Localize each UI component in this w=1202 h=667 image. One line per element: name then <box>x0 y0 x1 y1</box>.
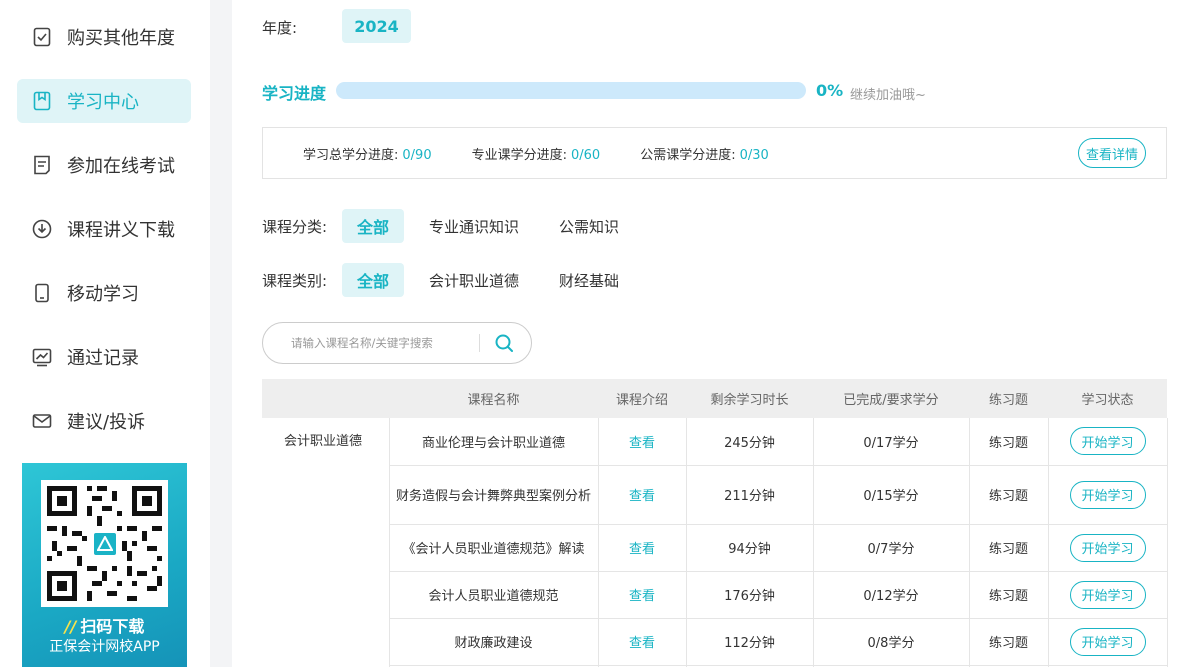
credit-summary: 学习总学分进度: 0/90 专业课学分进度: 0/60 公需课学分进度: 0/30 查… <box>262 127 1167 179</box>
app-logo-icon <box>91 530 119 558</box>
view-intro-link[interactable]: 查看 <box>629 489 655 504</box>
credit-progress: 0/7学分 <box>812 524 969 572</box>
chart-icon <box>31 346 53 368</box>
header-intro: 课程介绍 <box>598 379 686 418</box>
sidebar-item-label: 建议/投诉 <box>67 412 146 433</box>
qr-code <box>41 480 168 607</box>
category-cell: 会计职业道德 <box>262 418 389 667</box>
year-label: 年度: <box>262 19 298 37</box>
remaining-time: 112分钟 <box>685 618 813 666</box>
view-intro-link[interactable]: 查看 <box>629 436 655 451</box>
start-learning-button[interactable]: 开始学习 <box>1069 533 1146 562</box>
category-option-finance-basics[interactable]: 财经基础 <box>544 263 634 297</box>
sidebar-item-label: 通过记录 <box>67 348 139 369</box>
app-download-banner[interactable]: //扫码下载 正保会计网校APP <box>22 463 187 667</box>
start-learning-button[interactable]: 开始学习 <box>1069 427 1146 456</box>
sidebar-item-buy-other-year[interactable]: 购买其他年度 <box>17 15 191 59</box>
exam-icon <box>31 154 53 176</box>
sidebar-item-handout-download[interactable]: 课程讲义下载 <box>17 207 191 251</box>
credit-progress: 0/12学分 <box>812 571 969 619</box>
start-learning-button[interactable]: 开始学习 <box>1069 480 1146 509</box>
course-search: 请输入课程名称/关键字搜索 <box>262 322 532 364</box>
view-details-button[interactable]: 查看详情 <box>1078 138 1146 168</box>
sidebar: 购买其他年度 学习中心 参加在线考试 课程讲义下载 移动学习 通过记录 建议/投… <box>0 0 210 667</box>
credit-total: 学习总学分进度: 0/90 <box>303 147 432 163</box>
header-status: 学习状态 <box>1048 379 1167 418</box>
table-row: 会计职业道德 商业伦理与会计职业道德 查看 245分钟 0/17学分 练习题 开… <box>262 418 1168 667</box>
view-intro-link[interactable]: 查看 <box>629 542 655 557</box>
start-learning-button[interactable]: 开始学习 <box>1069 627 1146 656</box>
view-intro-link[interactable]: 查看 <box>629 589 655 604</box>
header-course-name: 课程名称 <box>389 379 598 418</box>
bookmark-icon <box>31 90 53 112</box>
remaining-time: 94分钟 <box>685 524 813 572</box>
sidebar-item-learning-center[interactable]: 学习中心 <box>17 79 191 123</box>
qr-subtitle: 正保会计网校APP <box>49 639 160 655</box>
mail-icon <box>31 410 53 432</box>
table-row: 财政廉政建设 查看 112分钟 0/8学分 练习题 开始学习 <box>262 618 1168 666</box>
remaining-time: 211分钟 <box>685 465 813 525</box>
classification-label: 课程分类: <box>262 217 328 236</box>
sidebar-item-label: 移动学习 <box>67 284 139 305</box>
view-intro-link[interactable]: 查看 <box>629 636 655 651</box>
table-row: 《会计人员职业道德规范》解读 查看 94分钟 0/7学分 练习题 开始学习 <box>262 524 1168 572</box>
header-category <box>262 379 389 418</box>
table-row: 会计人员职业道德规范 查看 176分钟 0/12学分 练习题 开始学习 <box>262 571 1168 619</box>
sidebar-item-label: 课程讲义下载 <box>67 220 175 241</box>
sidebar-item-mobile-learning[interactable]: 移动学习 <box>17 271 191 315</box>
progress-message: 继续加油哦~ <box>850 88 926 103</box>
mobile-icon <box>31 282 53 304</box>
category-filter: 课程类别: 全部 会计职业道德 财经基础 <box>262 263 644 297</box>
classification-filter: 课程分类: 全部 专业通识知识 公需知识 <box>262 209 644 243</box>
credit-progress: 0/8学分 <box>812 618 969 666</box>
remaining-time: 245分钟 <box>685 418 813 466</box>
checkbox-icon <box>31 26 53 48</box>
classification-option-professional[interactable]: 专业通识知识 <box>414 209 534 243</box>
year-selector[interactable]: 2024 <box>342 9 411 43</box>
course-name: 商业伦理与会计职业道德 <box>388 418 598 466</box>
qr-cta: //扫码下载 <box>64 617 145 636</box>
main-content: 年度: 2024 学习进度 0% 继续加油哦~ 学习总学分进度: 0/90 专业课… <box>232 0 1202 667</box>
course-table: 课程名称 课程介绍 剩余学习时长 已完成/要求学分 练习题 学习状态 会计职业道… <box>262 379 1168 667</box>
credit-public: 公需课学分进度: 0/30 <box>640 147 769 163</box>
classification-option-all[interactable]: 全部 <box>342 209 405 243</box>
header-credits: 已完成/要求学分 <box>813 379 969 418</box>
header-remaining: 剩余学习时长 <box>686 379 813 418</box>
course-name: 会计人员职业道德规范 <box>388 571 598 619</box>
table-header: 课程名称 课程介绍 剩余学习时长 已完成/要求学分 练习题 学习状态 <box>262 379 1167 418</box>
credit-progress: 0/15学分 <box>812 465 969 525</box>
progress-title: 学习进度 <box>262 84 327 103</box>
course-name: 《会计人员职业道德规范》解读 <box>388 524 598 572</box>
exercise-link[interactable]: 练习题 <box>968 465 1048 525</box>
sidebar-item-label: 参加在线考试 <box>67 156 175 177</box>
category-option-ethics[interactable]: 会计职业道德 <box>414 263 534 297</box>
category-label: 课程类别: <box>262 271 328 290</box>
credit-professional: 专业课学分进度: 0/60 <box>471 147 601 163</box>
progress-percent: 0% <box>816 81 844 100</box>
exercise-link[interactable]: 练习题 <box>968 524 1048 572</box>
sidebar-item-label: 学习中心 <box>67 92 139 113</box>
header-exercise: 练习题 <box>969 379 1048 418</box>
classification-option-public[interactable]: 公需知识 <box>544 209 634 243</box>
course-name: 财务造假与会计舞弊典型案例分析 <box>388 465 598 525</box>
download-icon <box>31 218 53 240</box>
remaining-time: 176分钟 <box>685 571 813 619</box>
exercise-link[interactable]: 练习题 <box>968 618 1048 666</box>
search-icon[interactable] <box>494 333 514 353</box>
sidebar-item-feedback[interactable]: 建议/投诉 <box>17 399 191 443</box>
table-row: 财务造假与会计舞弊典型案例分析 查看 211分钟 0/15学分 练习题 开始学习 <box>262 465 1168 525</box>
course-name: 财政廉政建设 <box>388 618 598 666</box>
exercise-link[interactable]: 练习题 <box>968 418 1048 466</box>
progress-bar <box>336 82 806 99</box>
category-option-all[interactable]: 全部 <box>342 263 405 297</box>
sidebar-item-label: 购买其他年度 <box>67 28 175 49</box>
credit-progress: 0/17学分 <box>812 418 969 466</box>
search-input[interactable]: 请输入课程名称/关键字搜索 <box>291 335 479 351</box>
sidebar-item-pass-records[interactable]: 通过记录 <box>17 335 191 379</box>
start-learning-button[interactable]: 开始学习 <box>1069 580 1146 609</box>
exercise-link[interactable]: 练习题 <box>968 571 1048 619</box>
sidebar-item-online-exam[interactable]: 参加在线考试 <box>17 143 191 187</box>
